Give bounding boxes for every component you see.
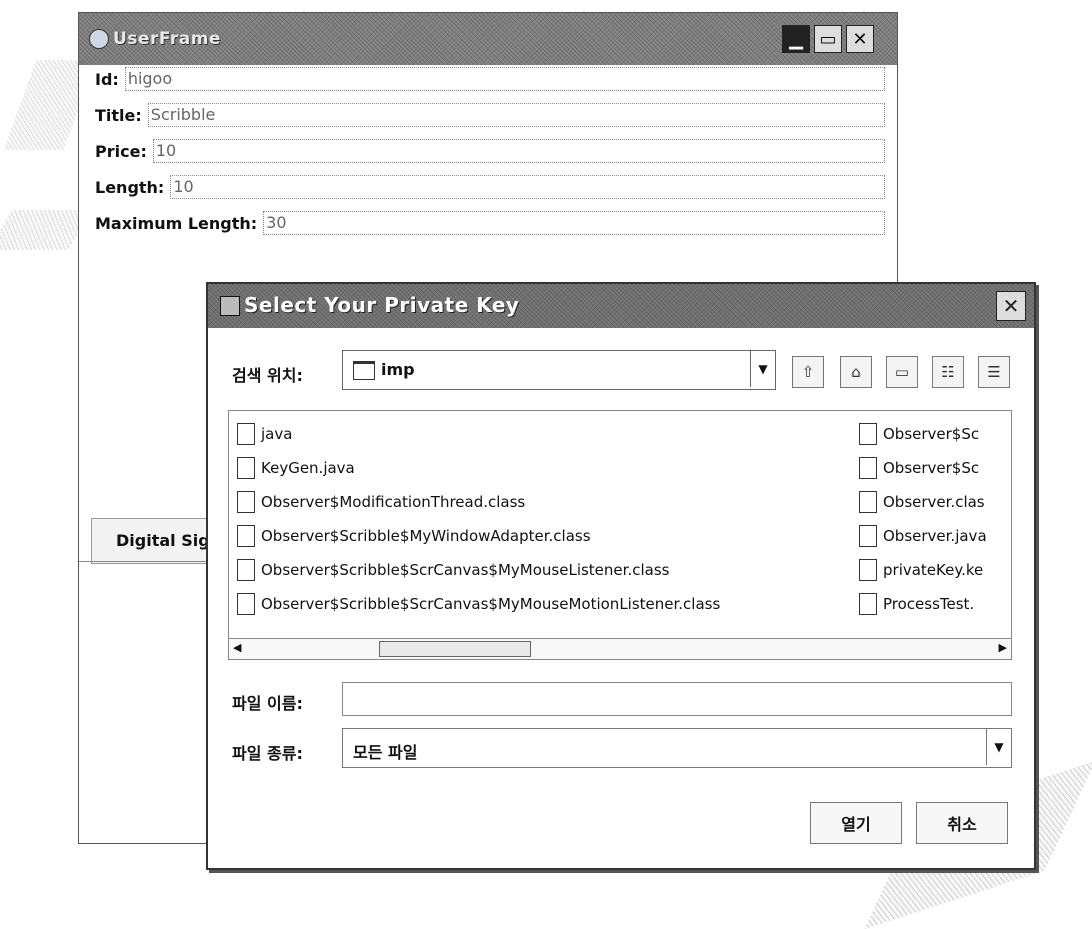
open-button[interactable]: 열기 — [810, 802, 902, 844]
list-item[interactable]: Observer$Scribble$ScrCanvas$MyMouseMotio… — [237, 587, 720, 621]
scrollbar-thumb[interactable] — [379, 641, 531, 657]
file-name: Observer$Sc — [883, 425, 980, 443]
field-label: Maximum Length: — [95, 213, 258, 233]
dialog-title: Select Your Private Key — [244, 293, 520, 317]
maximize-button[interactable]: ▭ — [814, 25, 842, 53]
look-in-select[interactable]: imp ▼ — [342, 350, 776, 390]
dialog-titlebar[interactable]: Select Your Private Key ✕ — [208, 284, 1034, 328]
dialog-app-icon — [220, 296, 240, 316]
folder-icon — [353, 361, 375, 380]
maximum-length-field[interactable]: 30 — [263, 211, 885, 235]
field-maximum-length: Maximum Length: 30 — [95, 211, 885, 235]
file-type-select[interactable]: 모든 파일 ▼ — [342, 728, 1012, 768]
close-button[interactable]: ✕ — [996, 291, 1026, 321]
file-list[interactable]: java KeyGen.java Observer$ModificationTh… — [228, 410, 1012, 660]
list-item[interactable]: Observer$Scribble$MyWindowAdapter.class — [237, 519, 591, 553]
file-type-value: 모든 파일 — [353, 743, 418, 762]
field-label: Title: — [95, 105, 142, 125]
horizontal-scrollbar[interactable]: ◀ ▶ — [229, 638, 1011, 659]
file-name-label: 파일 이름: — [232, 694, 303, 713]
file-name: Observer$ModificationThread.class — [261, 493, 526, 511]
id-field[interactable]: higoo — [124, 67, 885, 91]
file-name: Observer$Scribble$MyWindowAdapter.class — [261, 527, 591, 545]
file-icon — [859, 457, 877, 479]
file-name: ProcessTest. — [883, 595, 975, 613]
file-icon — [859, 423, 877, 445]
file-name: KeyGen.java — [261, 459, 355, 477]
file-icon — [237, 423, 255, 445]
file-name-input[interactable] — [342, 682, 1012, 716]
list-item[interactable]: Observer$Sc — [859, 417, 979, 451]
file-name: privateKey.ke — [883, 561, 984, 579]
file-icon — [859, 559, 877, 581]
file-icon — [237, 457, 255, 479]
up-folder-icon[interactable]: ⇧ — [792, 356, 824, 388]
scroll-right-icon[interactable]: ▶ — [999, 641, 1007, 654]
field-label: Id: — [95, 69, 119, 89]
file-icon — [237, 559, 255, 581]
file-name: Observer$Scribble$ScrCanvas$MyMouseMotio… — [261, 595, 721, 613]
list-item[interactable]: java — [237, 417, 292, 451]
list-item[interactable]: Observer$Sc — [859, 451, 979, 485]
file-chooser-dialog: Select Your Private Key ✕ 검색 위치: imp ▼ ⇧… — [206, 282, 1036, 870]
look-in-value: imp — [381, 360, 415, 379]
list-item[interactable]: privateKey.ke — [859, 553, 983, 587]
price-field[interactable]: 10 — [152, 139, 885, 163]
window-title: UserFrame — [113, 29, 221, 49]
field-label: Price: — [95, 141, 147, 161]
file-type-label: 파일 종류: — [232, 744, 303, 763]
file-name: Observer$Scribble$ScrCanvas$MyMouseListe… — [261, 561, 670, 579]
close-button[interactable]: ✕ — [846, 25, 874, 53]
chevron-down-icon[interactable]: ▼ — [750, 351, 775, 387]
file-name: Observer.java — [883, 527, 987, 545]
title-field[interactable]: Scribble — [147, 103, 885, 127]
cancel-button[interactable]: 취소 — [916, 802, 1008, 844]
home-icon[interactable]: ⌂ — [840, 356, 872, 388]
file-icon — [859, 525, 877, 547]
list-item[interactable]: KeyGen.java — [237, 451, 355, 485]
field-id: Id: higoo — [95, 67, 885, 91]
list-item[interactable]: Observer$ModificationThread.class — [237, 485, 525, 519]
file-icon — [237, 491, 255, 513]
file-icon — [237, 593, 255, 615]
window-titlebar[interactable]: UserFrame ▁ ▭ ✕ — [79, 13, 897, 65]
file-name: Observer$Sc — [883, 459, 980, 477]
file-icon — [859, 491, 877, 513]
field-length: Length: 10 — [95, 175, 885, 199]
file-name: Observer.clas — [883, 493, 985, 511]
field-title: Title: Scribble — [95, 103, 885, 127]
new-folder-icon[interactable]: ▭ — [886, 356, 918, 388]
list-item[interactable]: Observer.java — [859, 519, 987, 553]
list-item[interactable]: Observer.clas — [859, 485, 985, 519]
list-view-icon[interactable]: ☷ — [932, 356, 964, 388]
file-icon — [859, 593, 877, 615]
minimize-button[interactable]: ▁ — [782, 25, 810, 53]
field-label: Length: — [95, 177, 165, 197]
list-item[interactable]: ProcessTest. — [859, 587, 974, 621]
length-field[interactable]: 10 — [170, 175, 885, 199]
scroll-left-icon[interactable]: ◀ — [233, 641, 241, 654]
field-price: Price: 10 — [95, 139, 885, 163]
list-item[interactable]: Observer$Scribble$ScrCanvas$MyMouseListe… — [237, 553, 669, 587]
java-app-icon — [89, 29, 109, 49]
look-in-label: 검색 위치: — [232, 366, 303, 385]
file-name: java — [261, 425, 293, 443]
chevron-down-icon[interactable]: ▼ — [986, 729, 1011, 765]
details-view-icon[interactable]: ☰ — [978, 356, 1010, 388]
file-icon — [237, 525, 255, 547]
